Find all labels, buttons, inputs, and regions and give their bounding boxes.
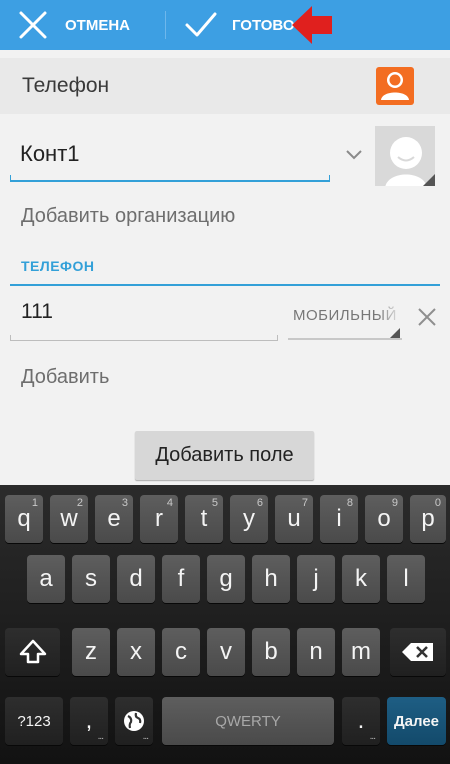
name-field[interactable]: Конт1 <box>10 126 330 182</box>
account-label: Телефон <box>22 74 110 97</box>
key-o[interactable]: o9 <box>365 495 403 543</box>
key-g[interactable]: g <box>207 555 245 603</box>
cancel-button[interactable]: ОТМЕНА <box>18 0 130 50</box>
comma-key[interactable]: ,... <box>70 697 108 745</box>
key-r[interactable]: r4 <box>140 495 178 543</box>
key-a[interactable]: a <box>27 555 65 603</box>
shift-icon <box>19 639 46 664</box>
key-c[interactable]: c <box>162 628 200 676</box>
key-m[interactable]: m <box>342 628 380 676</box>
phone-number-field[interactable]: 111 <box>10 293 278 341</box>
language-key[interactable]: ... <box>115 697 153 745</box>
phone-number-value: 111 <box>21 300 53 323</box>
phone-section-title: ТЕЛЕФОН <box>21 258 95 274</box>
soft-keyboard: q1 w2 e3 r4 t5 y6 u7 i8 o9 p0 a s d f g … <box>0 485 450 764</box>
contact-photo[interactable] <box>375 126 435 186</box>
key-w[interactable]: w2 <box>50 495 88 543</box>
chevron-down-icon[interactable] <box>344 147 364 166</box>
globe-icon <box>124 711 144 731</box>
key-x[interactable]: x <box>117 628 155 676</box>
key-u[interactable]: u7 <box>275 495 313 543</box>
symbols-key[interactable]: ?123 <box>5 697 63 745</box>
key-n[interactable]: n <box>297 628 335 676</box>
key-s[interactable]: s <box>72 555 110 603</box>
key-y[interactable]: y6 <box>230 495 268 543</box>
key-e[interactable]: e3 <box>95 495 133 543</box>
cancel-label: ОТМЕНА <box>65 16 130 34</box>
key-i[interactable]: i8 <box>320 495 358 543</box>
section-divider <box>10 284 440 286</box>
key-t[interactable]: t5 <box>185 495 223 543</box>
done-label: ГОТОВО <box>232 16 295 34</box>
shift-key[interactable] <box>5 628 60 676</box>
photo-corner <box>423 174 435 186</box>
key-l[interactable]: l <box>387 555 425 603</box>
remove-phone-icon[interactable] <box>417 307 437 332</box>
type-underline <box>288 338 402 340</box>
key-d[interactable]: d <box>117 555 155 603</box>
add-phone-link[interactable]: Добавить <box>21 366 109 389</box>
key-f[interactable]: f <box>162 555 200 603</box>
next-enter-key[interactable]: Далее <box>387 697 446 745</box>
key-j[interactable]: j <box>297 555 335 603</box>
add-field-button[interactable]: Добавить поле <box>135 431 314 480</box>
key-q[interactable]: q1 <box>5 495 43 543</box>
key-v[interactable]: v <box>207 628 245 676</box>
action-separator <box>165 11 166 39</box>
phone-type-select[interactable]: МОБИЛЬНЫЙ <box>288 300 402 340</box>
key-h[interactable]: h <box>252 555 290 603</box>
add-organization-link[interactable]: Добавить организацию <box>21 205 235 228</box>
close-icon <box>18 10 48 40</box>
period-key[interactable]: .... <box>342 697 380 745</box>
done-button[interactable]: ГОТОВО <box>184 0 295 50</box>
key-p[interactable]: p0 <box>410 495 446 543</box>
name-underline <box>10 175 330 182</box>
dropdown-corner-icon <box>390 328 400 338</box>
red-arrow-icon <box>290 4 334 51</box>
checkmark-icon <box>184 10 218 40</box>
key-b[interactable]: b <box>252 628 290 676</box>
action-bar: ОТМЕНА ГОТОВО <box>0 0 450 50</box>
space-key[interactable]: QWERTY <box>162 697 334 745</box>
backspace-key[interactable] <box>390 628 446 676</box>
key-k[interactable]: k <box>342 555 380 603</box>
key-z[interactable]: z <box>72 628 110 676</box>
name-value: Конт1 <box>20 141 80 166</box>
backspace-icon <box>402 643 433 661</box>
phone-underline <box>10 335 278 341</box>
account-user-icon <box>376 67 414 105</box>
